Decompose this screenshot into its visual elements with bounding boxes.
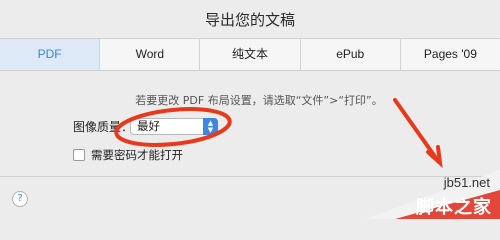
watermark-url: jb51.net <box>443 175 490 190</box>
watermark-name: 脚本之家 <box>416 197 492 218</box>
annotation-arrow <box>393 98 438 160</box>
highlight-circle <box>114 107 232 147</box>
annotation-overlay <box>114 98 500 219</box>
